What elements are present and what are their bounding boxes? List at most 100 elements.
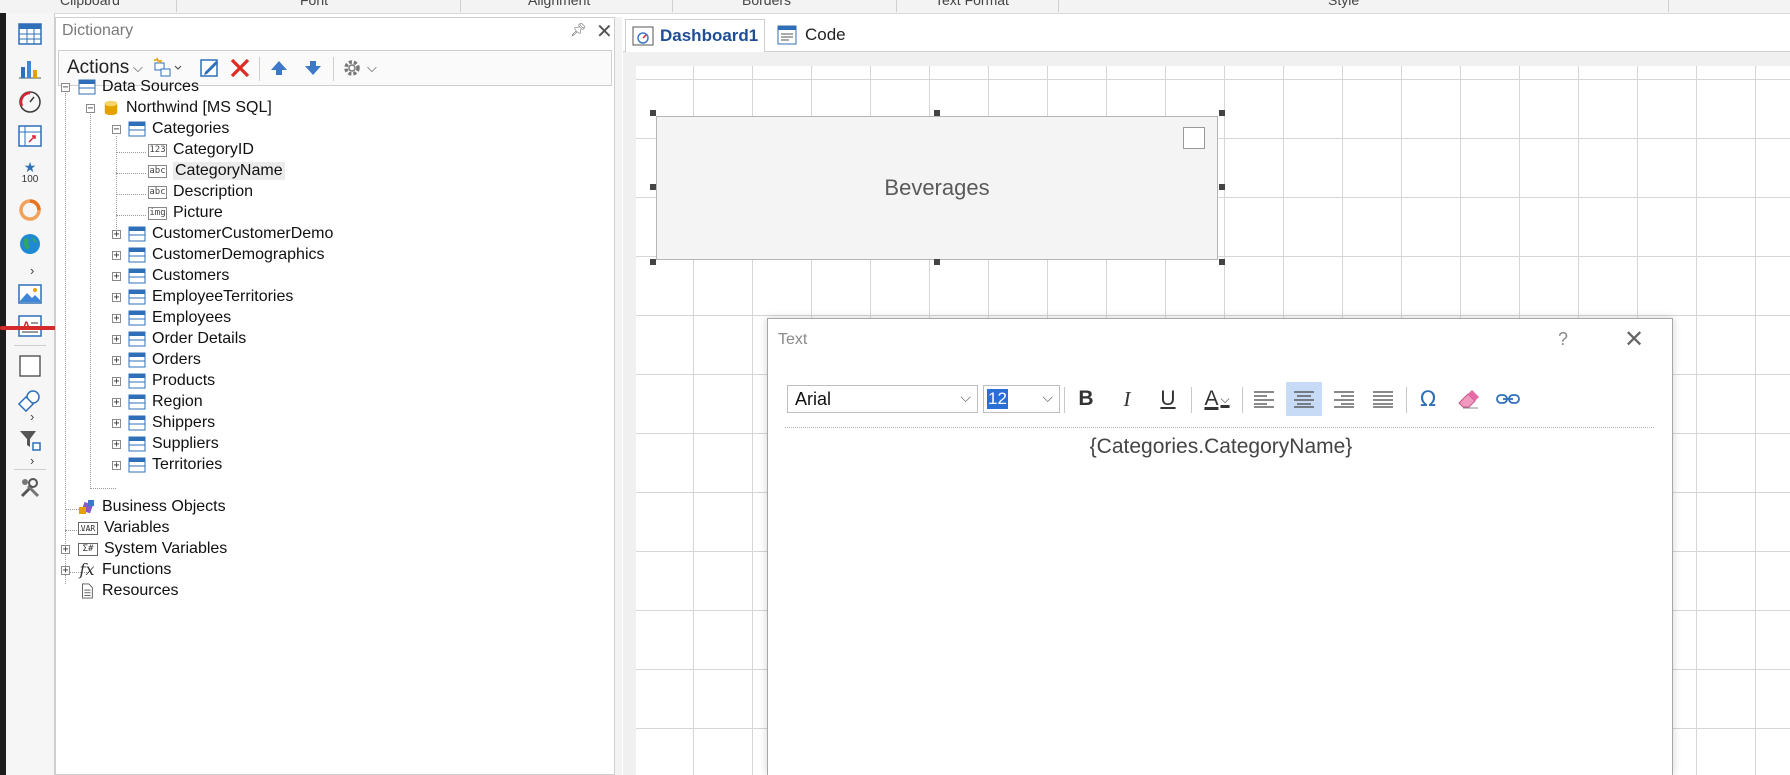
- resize-handle[interactable]: [1219, 259, 1225, 265]
- table-icon: [128, 121, 146, 137]
- text-expression-editor[interactable]: {Categories.CategoryName}: [768, 435, 1674, 459]
- tree-item-system-variables[interactable]: Σ# System Variables: [78, 538, 227, 560]
- text-element[interactable]: Beverages: [656, 116, 1218, 260]
- resize-handle[interactable]: [934, 259, 940, 265]
- underline-button[interactable]: U: [1150, 382, 1186, 416]
- font-size-select[interactable]: 12 ⌵: [983, 385, 1060, 413]
- expand-toggle[interactable]: +: [112, 230, 121, 240]
- align-right-icon: [1334, 391, 1354, 408]
- font-family-select[interactable]: Arial ⌵: [787, 385, 978, 413]
- tree-item-resources[interactable]: Resources: [78, 580, 178, 602]
- settings-icon[interactable]: [17, 475, 43, 501]
- tab-code[interactable]: Code: [771, 19, 852, 51]
- clear-format-button[interactable]: [1450, 382, 1486, 416]
- close-icon[interactable]: ✕: [1624, 325, 1644, 354]
- system-variables-icon: Σ#: [78, 542, 98, 556]
- tree-item-table[interactable]: Products: [128, 370, 215, 392]
- resize-handle[interactable]: [650, 184, 656, 190]
- insert-symbol-button[interactable]: Ω: [1410, 382, 1446, 416]
- expand-toggle[interactable]: +: [112, 419, 121, 429]
- text-element-value: Beverages: [884, 175, 990, 200]
- resize-handle[interactable]: [650, 110, 656, 116]
- expand-toggle[interactable]: +: [112, 461, 121, 471]
- chevron-right-icon[interactable]: ›: [30, 453, 34, 468]
- align-left-button[interactable]: [1246, 382, 1282, 416]
- expand-toggle[interactable]: +: [112, 377, 121, 387]
- expand-toggle[interactable]: +: [61, 545, 70, 555]
- resize-handle[interactable]: [934, 110, 940, 116]
- element-menu-button[interactable]: [1183, 127, 1205, 149]
- indicator-icon[interactable]: ★ 100: [17, 157, 43, 189]
- tree-item-functions[interactable]: fx Functions: [78, 559, 172, 581]
- help-button[interactable]: ?: [1558, 329, 1568, 350]
- italic-button[interactable]: I: [1109, 382, 1145, 416]
- collapse-toggle[interactable]: −: [112, 125, 121, 135]
- expand-toggle[interactable]: +: [112, 335, 121, 345]
- resize-handle[interactable]: [1219, 110, 1225, 116]
- tree-item-table[interactable]: Territories: [128, 454, 222, 476]
- move-down-icon[interactable]: [303, 57, 323, 79]
- close-icon[interactable]: ✕: [596, 19, 613, 44]
- tree-item-variables[interactable]: VAR Variables: [78, 517, 170, 539]
- tree-item-column[interactable]: abc Description: [148, 181, 253, 203]
- chevron-right-icon[interactable]: ›: [30, 263, 34, 278]
- text-color-button[interactable]: A ⌵: [1196, 382, 1238, 416]
- expand-toggle[interactable]: +: [112, 251, 121, 261]
- expand-toggle[interactable]: +: [112, 314, 121, 324]
- image-icon[interactable]: [17, 281, 43, 307]
- tree-item-table[interactable]: Customers: [128, 265, 229, 287]
- bold-button[interactable]: B: [1068, 382, 1104, 416]
- chevron-right-icon[interactable]: ›: [30, 409, 34, 424]
- settings-icon[interactable]: [341, 57, 363, 79]
- tree-item-column[interactable]: img Picture: [148, 202, 223, 224]
- eraser-icon: [1458, 390, 1479, 409]
- expand-toggle[interactable]: +: [112, 356, 121, 366]
- tree-item-table[interactable]: CustomerCustomerDemo: [128, 223, 333, 245]
- chart-icon[interactable]: [17, 55, 43, 81]
- collapse-toggle[interactable]: −: [86, 104, 95, 114]
- tree-item-table[interactable]: Orders: [128, 349, 201, 371]
- delete-icon[interactable]: [229, 57, 251, 79]
- gauge-icon[interactable]: [17, 89, 43, 115]
- region-map-icon[interactable]: [17, 231, 43, 257]
- expand-toggle[interactable]: +: [112, 440, 121, 450]
- tree-item-column[interactable]: abc CategoryName: [148, 160, 285, 182]
- tree-item-table[interactable]: EmployeeTerritories: [128, 286, 293, 308]
- tab-dashboard1[interactable]: Dashboard1: [625, 19, 766, 52]
- expand-toggle[interactable]: +: [112, 398, 121, 408]
- panel-icon[interactable]: [17, 353, 43, 379]
- tree-item-table[interactable]: Employees: [128, 307, 231, 329]
- tree-item-table[interactable]: Suppliers: [128, 433, 219, 455]
- expand-toggle[interactable]: +: [112, 272, 121, 282]
- justify-icon: [1373, 391, 1393, 408]
- chevron-down-icon[interactable]: ⌵: [367, 57, 377, 79]
- insert-link-button[interactable]: [1490, 382, 1526, 416]
- tree-item-data-sources[interactable]: Data Sources: [78, 76, 199, 98]
- expand-toggle[interactable]: +: [61, 566, 70, 576]
- collapse-toggle[interactable]: −: [61, 83, 70, 93]
- align-right-button[interactable]: [1326, 382, 1362, 416]
- align-center-button[interactable]: [1286, 382, 1322, 416]
- chevron-down-icon: ⌵: [1042, 389, 1053, 405]
- resize-handle[interactable]: [1219, 184, 1225, 190]
- tree-item-table-categories[interactable]: Categories: [128, 118, 229, 140]
- justify-button[interactable]: [1365, 382, 1401, 416]
- pivot-table-icon[interactable]: [17, 123, 43, 149]
- resize-handle[interactable]: [650, 259, 656, 265]
- tree-item-column[interactable]: 123 CategoryID: [148, 139, 254, 161]
- panel-splitter[interactable]: [614, 17, 622, 775]
- move-up-icon[interactable]: [269, 57, 289, 79]
- progress-icon[interactable]: [17, 197, 43, 223]
- filter-icon[interactable]: [17, 427, 43, 453]
- expand-toggle[interactable]: +: [112, 293, 121, 303]
- pin-icon[interactable]: 📌︎: [570, 22, 587, 38]
- table-icon[interactable]: [17, 21, 43, 47]
- tree-item-table[interactable]: Shippers: [128, 412, 215, 434]
- tree-item-table[interactable]: CustomerDemographics: [128, 244, 325, 266]
- chevron-down-icon: ⌵: [960, 389, 971, 405]
- tree-item-table[interactable]: Region: [128, 391, 203, 413]
- tree-item-business-objects[interactable]: Business Objects: [78, 496, 226, 518]
- edit-icon[interactable]: [199, 57, 221, 79]
- tree-item-connection[interactable]: Northwind [MS SQL]: [102, 97, 272, 119]
- tree-item-table[interactable]: Order Details: [128, 328, 246, 350]
